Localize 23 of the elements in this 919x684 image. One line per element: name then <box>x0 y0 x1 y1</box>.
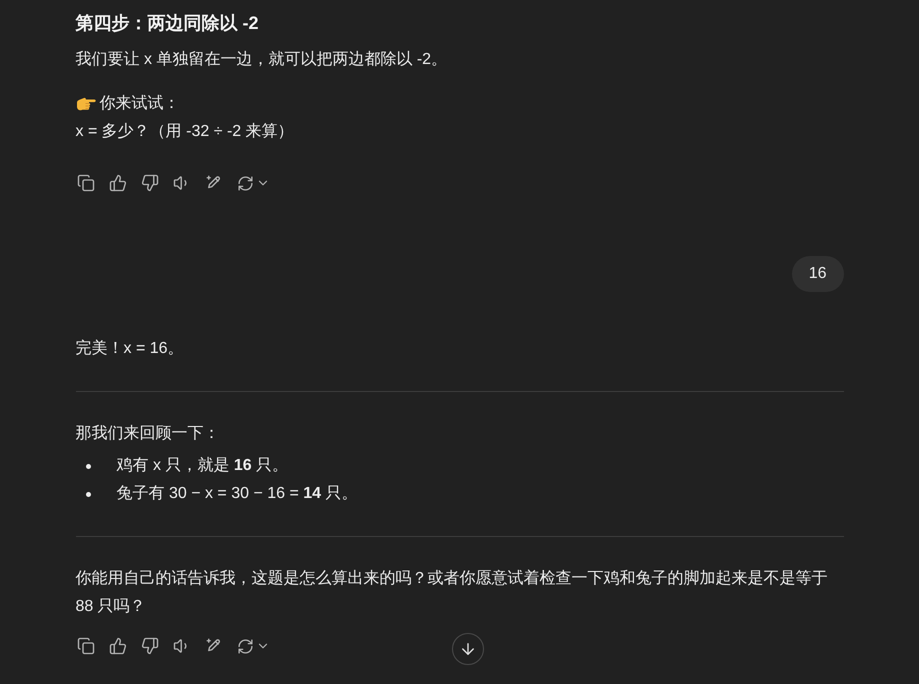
thumbs-down-icon <box>140 174 158 192</box>
scroll-down-button[interactable] <box>452 633 484 665</box>
list-item-text: 兔子有 30 − x = 30 − 16 = 14 只。 <box>116 484 358 504</box>
thumbs-down-icon <box>140 637 158 655</box>
message-text: x = 多少？（用 -32 ÷ -2 来算） <box>76 122 295 142</box>
user-message-bubble: 16 <box>792 256 844 292</box>
copy-icon <box>76 174 94 192</box>
step-heading: 第四步：两边同除以 -2 <box>76 12 260 35</box>
refresh-icon <box>236 174 254 192</box>
arrow-down-icon <box>459 640 477 658</box>
thumbs-up-icon <box>108 174 126 192</box>
refresh-icon <box>236 638 254 654</box>
pointing-hand-icon <box>76 97 96 111</box>
bullet-icon <box>86 464 90 468</box>
list-item-text: 鸡有 x 只，就是 16 只。 <box>116 456 288 476</box>
message-text: 我们要让 x 单独留在一边，就可以把两边都除以 -2。 <box>76 50 448 70</box>
message-text: 你能用自己的话告诉我，这题是怎么算出来的吗？或者你愿意试着检查一下鸡和兔子的脚加起来是不是等于 88 只吗？ <box>76 568 828 617</box>
copy-icon <box>76 637 94 655</box>
message-text: 完美！x = 16。 <box>76 338 185 359</box>
prompt-text: 你来试试： <box>100 94 180 114</box>
bullet-icon <box>86 492 90 496</box>
message-text: 那我们来回顾一下： <box>76 424 220 444</box>
thumbs-up-icon <box>108 637 126 655</box>
